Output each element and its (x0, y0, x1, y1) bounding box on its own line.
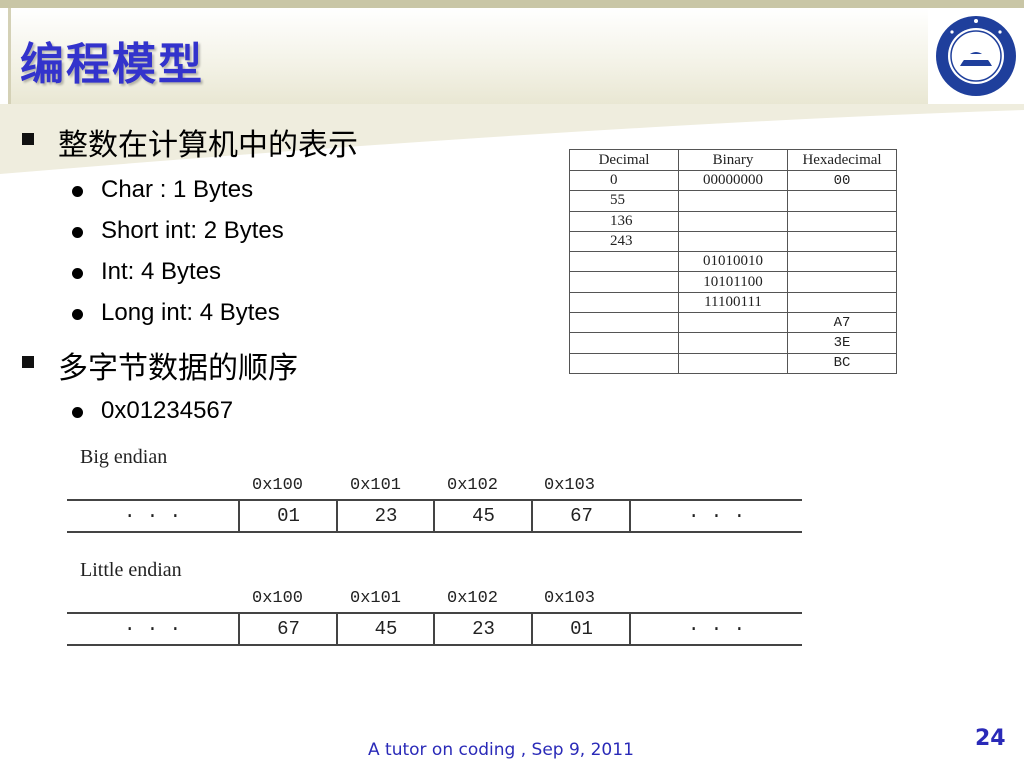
title-bar: 编程模型 (8, 8, 928, 104)
square-bullet-icon (22, 356, 34, 368)
memory-cell: 45 (336, 614, 434, 644)
cell-hex (787, 210, 897, 232)
cell-binary: 01010010 (678, 251, 788, 273)
memory-cell: 23 (336, 501, 434, 531)
list-item-text: Short int: 2 Bytes (101, 217, 284, 244)
table-row: 10101100 (569, 271, 897, 293)
slide-footer: A tutor on coding , Sep 9, 2011 (368, 740, 634, 760)
address-label: 0x101 (350, 476, 402, 495)
university-logo (928, 8, 1024, 104)
cell-hex: A7 (787, 312, 897, 334)
square-bullet-icon (22, 133, 34, 145)
cell-binary (678, 352, 788, 374)
table-row: A7 (569, 312, 897, 334)
cell-decimal (569, 251, 679, 273)
cell-decimal: 0 (569, 169, 679, 192)
cell-hex (787, 230, 897, 253)
slide-title: 编程模型 (20, 39, 204, 90)
cell-binary (678, 230, 788, 253)
table-row: 136 (569, 210, 897, 232)
column-header-binary: Binary (678, 149, 788, 171)
cell-hex (787, 251, 897, 273)
memory-cell-ellipsis: · · · (629, 614, 802, 644)
memory-cell: 01 (238, 501, 337, 531)
title-bar-edge (8, 8, 11, 104)
round-bullet-icon (72, 186, 83, 197)
cell-hex: BC (787, 352, 897, 374)
cell-hex (787, 291, 897, 314)
little-endian-label: Little endian (80, 559, 182, 581)
column-header-hexadecimal: Hexadecimal (787, 149, 897, 171)
list-item-text: Long int: 4 Bytes (101, 299, 280, 326)
table-row: 55 (569, 190, 897, 212)
big-endian-label: Big endian (80, 446, 168, 468)
cell-decimal (569, 312, 679, 334)
round-bullet-icon (72, 268, 83, 279)
university-seal-icon (936, 16, 1016, 96)
table-row: 0 00000000 00 (569, 169, 897, 192)
top-strip (0, 0, 1024, 8)
address-label: 0x103 (544, 589, 596, 608)
column-header-decimal: Decimal (569, 149, 679, 171)
cell-binary (678, 312, 788, 334)
big-endian-memory-row: · · · 01 23 45 67 · · · (67, 499, 802, 533)
list-item-text: 0x01234567 (101, 397, 234, 424)
memory-cell: 67 (238, 614, 337, 644)
cell-hex (787, 271, 897, 293)
memory-cell: 01 (531, 614, 630, 644)
table-row: 01010010 (569, 251, 897, 273)
cell-binary: 10101100 (678, 271, 788, 293)
little-endian-memory-row: · · · 67 45 23 01 · · · (67, 612, 802, 646)
list-item-text: Char : 1 Bytes (101, 176, 254, 203)
memory-cell: 23 (433, 614, 532, 644)
cell-decimal (569, 332, 679, 354)
cell-hex: 3E (787, 332, 897, 354)
address-label: 0x101 (350, 589, 402, 608)
table-header-row: Decimal Binary Hexadecimal (569, 149, 897, 171)
cell-binary: 11100111 (678, 291, 788, 314)
address-label: 0x103 (544, 476, 596, 495)
address-label: 0x102 (447, 476, 499, 495)
cell-decimal (569, 271, 679, 293)
round-bullet-icon (72, 227, 83, 238)
memory-cell-ellipsis: · · · (629, 501, 802, 531)
round-bullet-icon (72, 407, 83, 418)
cell-hex (787, 190, 897, 212)
number-conversion-table: Decimal Binary Hexadecimal 0 00000000 00… (569, 149, 897, 374)
section-heading: 多字节数据的顺序 (58, 351, 298, 386)
section-heading: 整数在计算机中的表示 (58, 128, 358, 163)
cell-binary (678, 190, 788, 212)
cell-binary: 00000000 (678, 169, 788, 192)
table-row: BC (569, 352, 897, 374)
cell-hex: 00 (787, 169, 897, 192)
cell-binary (678, 332, 788, 354)
table-row: 11100111 (569, 291, 897, 314)
address-label: 0x100 (252, 589, 304, 608)
cell-decimal (569, 291, 679, 314)
page-number: 24 (975, 726, 1006, 751)
memory-cell: 45 (433, 501, 532, 531)
cell-decimal (569, 352, 679, 374)
address-label: 0x102 (447, 589, 499, 608)
memory-cell-ellipsis: · · · (123, 505, 181, 527)
list-item-text: Int: 4 Bytes (101, 258, 222, 285)
address-label: 0x100 (252, 476, 304, 495)
memory-cell-ellipsis: · · · (123, 618, 181, 640)
memory-cell: 67 (531, 501, 630, 531)
cell-decimal: 243 (569, 230, 679, 253)
round-bullet-icon (72, 309, 83, 320)
table-row: 3E (569, 332, 897, 354)
cell-decimal: 55 (569, 190, 679, 212)
table-row: 243 (569, 230, 897, 253)
cell-decimal: 136 (569, 210, 679, 232)
cell-binary (678, 210, 788, 232)
